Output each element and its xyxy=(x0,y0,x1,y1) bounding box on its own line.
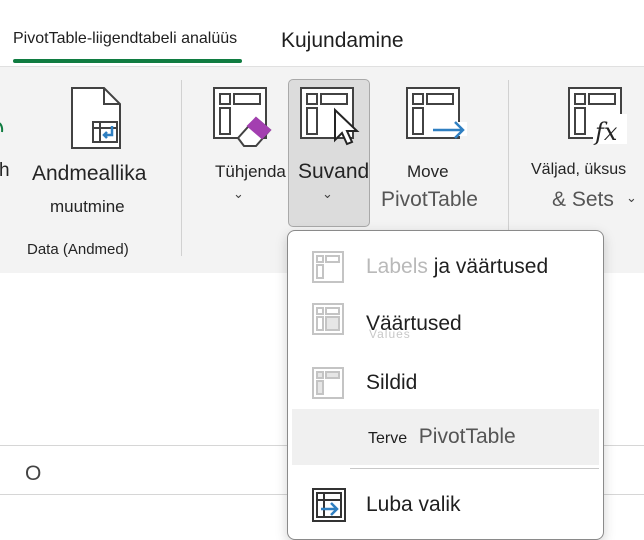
fields-items-sets-label-1[interactable]: Väljad, üksus xyxy=(531,161,626,179)
menu-item-labels-and-values[interactable]: Labels ja väärtused xyxy=(292,241,599,293)
menu-item-ghost-text: Labels xyxy=(366,255,428,278)
change-data-source-label-1[interactable]: Andmeallika xyxy=(32,162,146,186)
fields-items-sets-icon: fx xyxy=(568,87,627,146)
labels-icon xyxy=(312,367,344,399)
menu-item-values[interactable]: Väärtused Values xyxy=(292,293,599,345)
menu-item-label: Sildid xyxy=(366,371,418,394)
menu-item-entire-pivottable[interactable]: Terve PivotTable xyxy=(292,409,599,465)
menu-item-enable-selection[interactable]: Luba valik xyxy=(292,479,599,531)
move-pivot-label-1[interactable]: Move xyxy=(407,162,449,182)
group-separator xyxy=(181,80,182,256)
menu-divider xyxy=(350,468,599,469)
tab-pivottable-analyze[interactable]: PivotTable-liigendtabeli analüüs xyxy=(13,30,237,48)
menu-item-labels[interactable]: Sildid xyxy=(292,357,599,409)
select-chevron-icon[interactable]: ⌄ xyxy=(322,186,333,202)
change-data-source-icon xyxy=(71,87,121,149)
menu-item-label: ja väärtused xyxy=(433,255,549,278)
menu-item-label: Luba valik xyxy=(366,493,461,516)
group-label-data: Data (Andmed) xyxy=(27,241,129,258)
menu-item-label: PivotTable xyxy=(418,425,516,448)
clear-chevron-icon[interactable]: ⌄ xyxy=(233,186,244,202)
svg-text:fx: fx xyxy=(593,118,618,146)
fields-chevron-icon[interactable]: ⌄ xyxy=(626,190,637,206)
select-button-label[interactable]: Suvand xyxy=(298,160,369,184)
menu-item-ghost-text: Values xyxy=(369,327,411,341)
enable-selection-icon xyxy=(312,488,346,522)
ribbon-tab-bar: PivotTable-liigendtabeli analüüs Kujunda… xyxy=(0,0,644,66)
labels-and-values-icon xyxy=(312,251,344,283)
move-pivot-label-2[interactable]: PivotTable xyxy=(381,188,478,212)
select-pivot-icon xyxy=(300,87,360,146)
active-tab-indicator xyxy=(13,59,242,63)
move-pivot-icon xyxy=(406,87,467,139)
values-icon xyxy=(312,303,344,335)
fields-items-sets-label-2[interactable]: & Sets xyxy=(552,188,614,212)
column-header-o[interactable]: O xyxy=(25,462,41,486)
refresh-icon xyxy=(0,122,4,133)
refresh-button-label[interactable]: h xyxy=(0,160,10,182)
select-dropdown-menu: Labels ja väärtused Väärtused Values Sil… xyxy=(287,230,604,540)
clear-pivot-icon xyxy=(213,87,272,147)
menu-item-small-text: Terve xyxy=(368,430,408,447)
change-data-source-label-2[interactable]: muutmine xyxy=(50,197,125,217)
tab-design[interactable]: Kujundamine xyxy=(281,29,404,53)
clear-button-label[interactable]: Tühjenda xyxy=(215,162,286,182)
